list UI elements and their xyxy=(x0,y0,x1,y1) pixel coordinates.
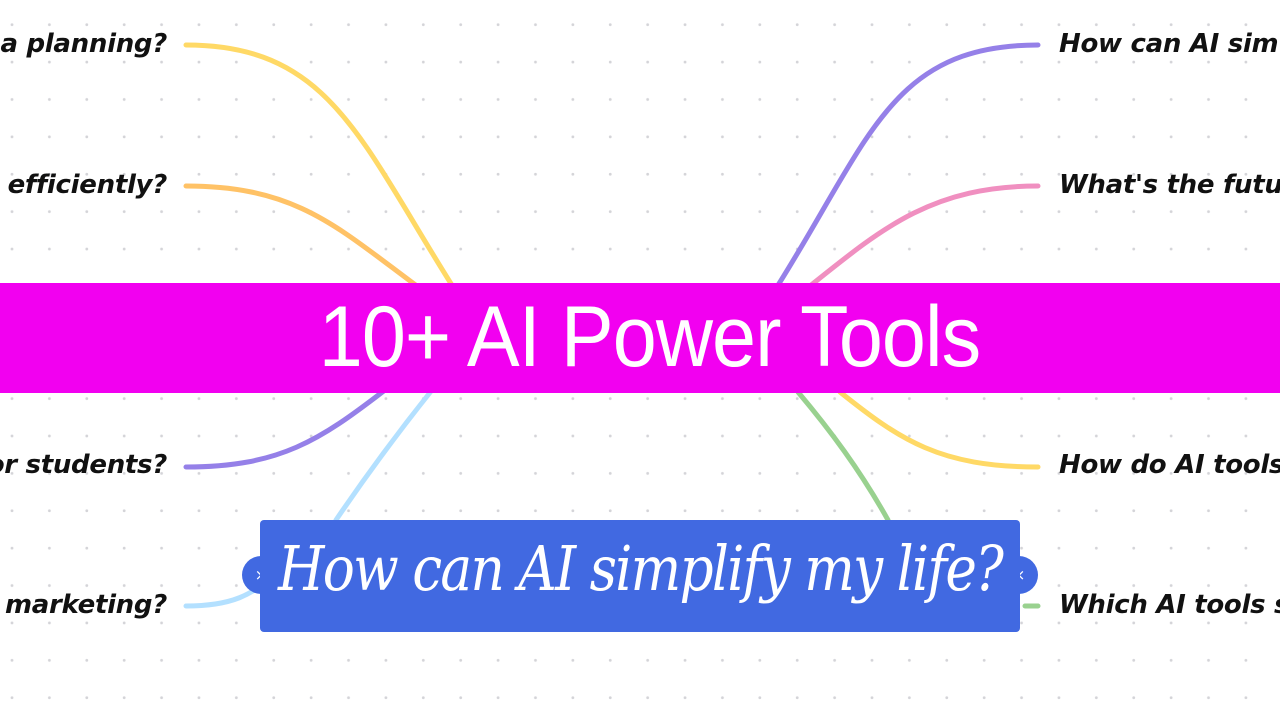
root-node[interactable]: How can AI simplify my life? xyxy=(260,520,1020,632)
connector-right-3 xyxy=(837,389,1041,470)
branch-node-left-1[interactable]: a planning? xyxy=(1,28,168,60)
branch-node-right-3[interactable]: How do AI tools xyxy=(1059,449,1280,481)
title-banner: 10+ AI Power Tools xyxy=(0,283,1280,393)
branch-node-right-4[interactable]: Which AI tools s xyxy=(1059,589,1280,621)
connector-right-1 xyxy=(772,42,1041,293)
branch-node-right-1[interactable]: How can AI sim xyxy=(1059,28,1279,60)
banner-title: 10+ AI Power Tools xyxy=(319,289,981,385)
branch-node-left-2[interactable]: efficiently? xyxy=(8,169,168,201)
root-node-label: How can AI simplify my life? xyxy=(277,532,1004,605)
connector-left-3 xyxy=(183,387,388,470)
branch-node-right-2[interactable]: What's the futu xyxy=(1059,169,1280,201)
connector-left-1 xyxy=(183,42,458,293)
connector-left-2 xyxy=(183,183,428,295)
branch-node-left-4[interactable]: marketing? xyxy=(5,589,167,621)
connector-right-2 xyxy=(802,183,1041,293)
branch-node-left-3[interactable]: or students? xyxy=(0,449,167,481)
